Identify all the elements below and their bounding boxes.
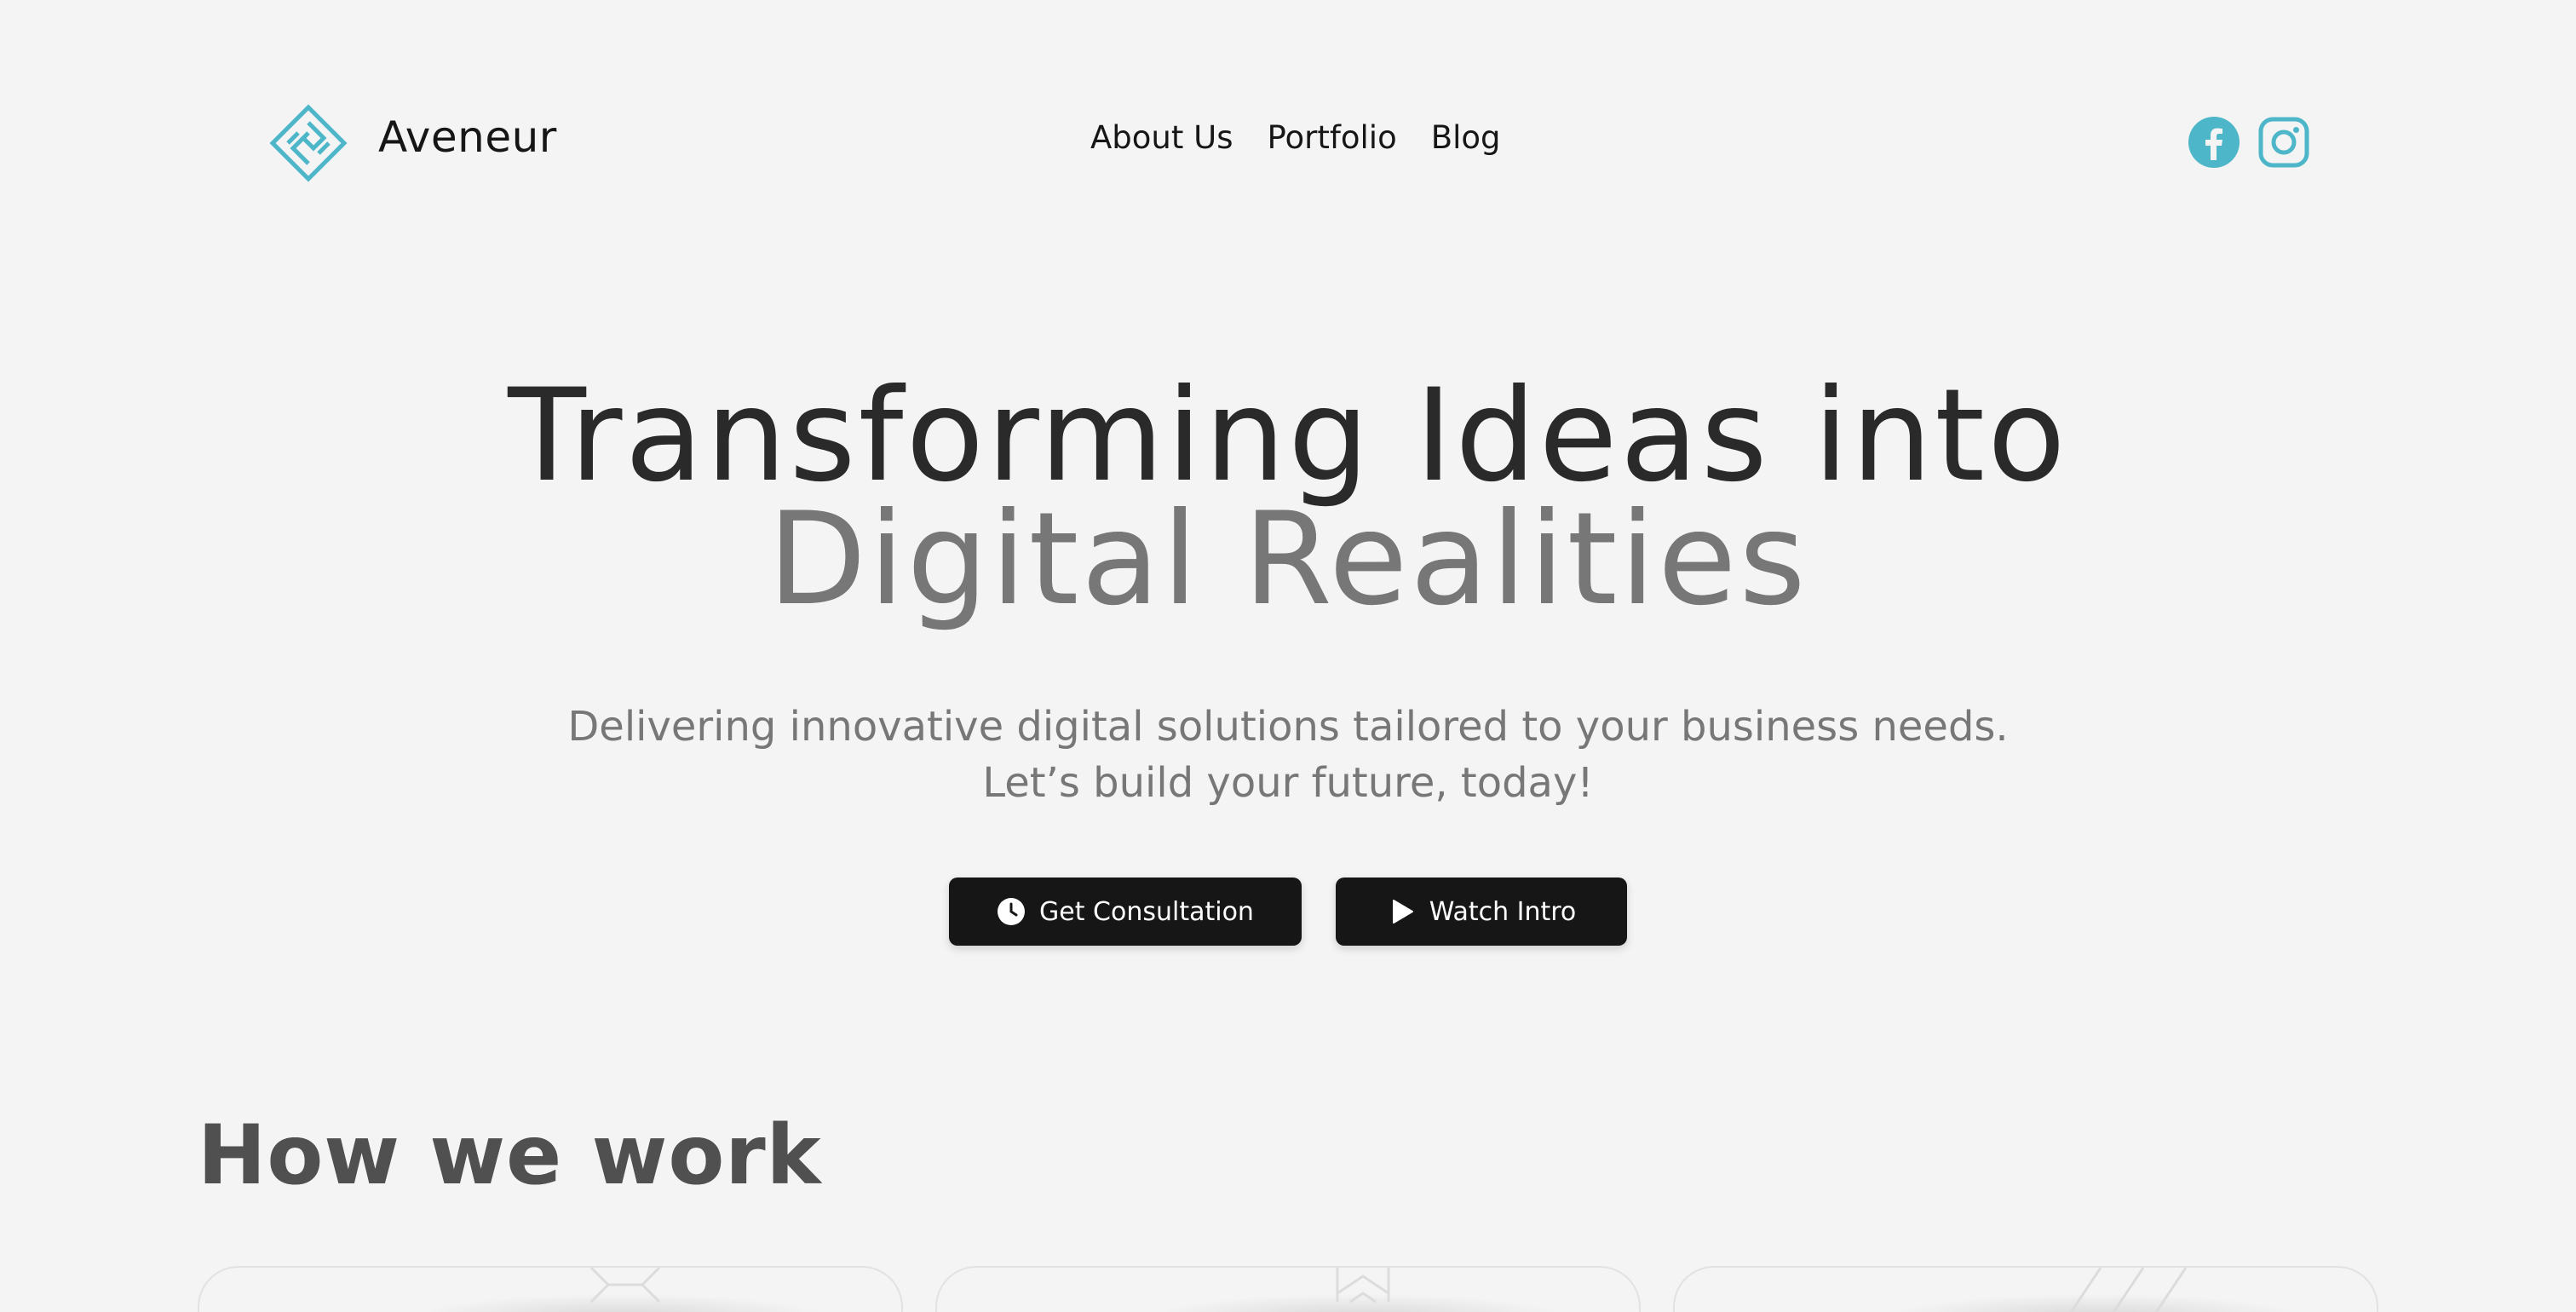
play-icon (1392, 900, 1413, 924)
brand-logo[interactable] (269, 104, 348, 182)
process-card (1673, 1266, 2378, 1312)
hero-subtitle-line1: Delivering innovative digital solutions … (567, 703, 2009, 751)
card-decoration-icon (2069, 1268, 2188, 1312)
hero-subtitle: Delivering innovative digital solutions … (0, 699, 2576, 811)
watch-intro-label: Watch Intro (1429, 896, 1577, 927)
how-we-work-title: How we work (198, 1108, 822, 1203)
hero-title-line1: Transforming Ideas into (508, 362, 2068, 510)
social-links (2188, 116, 2310, 169)
watch-intro-button[interactable]: Watch Intro (1336, 878, 1627, 946)
card-decoration-icon (1336, 1268, 1390, 1303)
process-card (198, 1266, 903, 1312)
get-consultation-label: Get Consultation (1039, 896, 1254, 927)
card-decoration-icon (589, 1268, 661, 1303)
instagram-icon[interactable] (2257, 116, 2310, 169)
process-card (935, 1266, 1641, 1312)
nav-portfolio[interactable]: Portfolio (1268, 119, 1397, 156)
brand-name[interactable]: Aveneur (378, 112, 557, 162)
nav-blog[interactable]: Blog (1431, 119, 1501, 156)
main-nav: About Us Portfolio Blog (1090, 119, 1535, 156)
hero-subtitle-line2: Let’s build your future, today! (982, 759, 1594, 807)
hero-title-line2: Digital Realities (0, 496, 2576, 624)
aveneur-logo-icon (269, 104, 348, 182)
get-consultation-button[interactable]: Get Consultation (949, 878, 1302, 946)
clock-icon (998, 898, 1026, 925)
facebook-icon[interactable] (2188, 116, 2240, 169)
hero-title: Transforming Ideas into Digital Realitie… (0, 362, 2576, 624)
nav-about-us[interactable]: About Us (1090, 119, 1233, 156)
